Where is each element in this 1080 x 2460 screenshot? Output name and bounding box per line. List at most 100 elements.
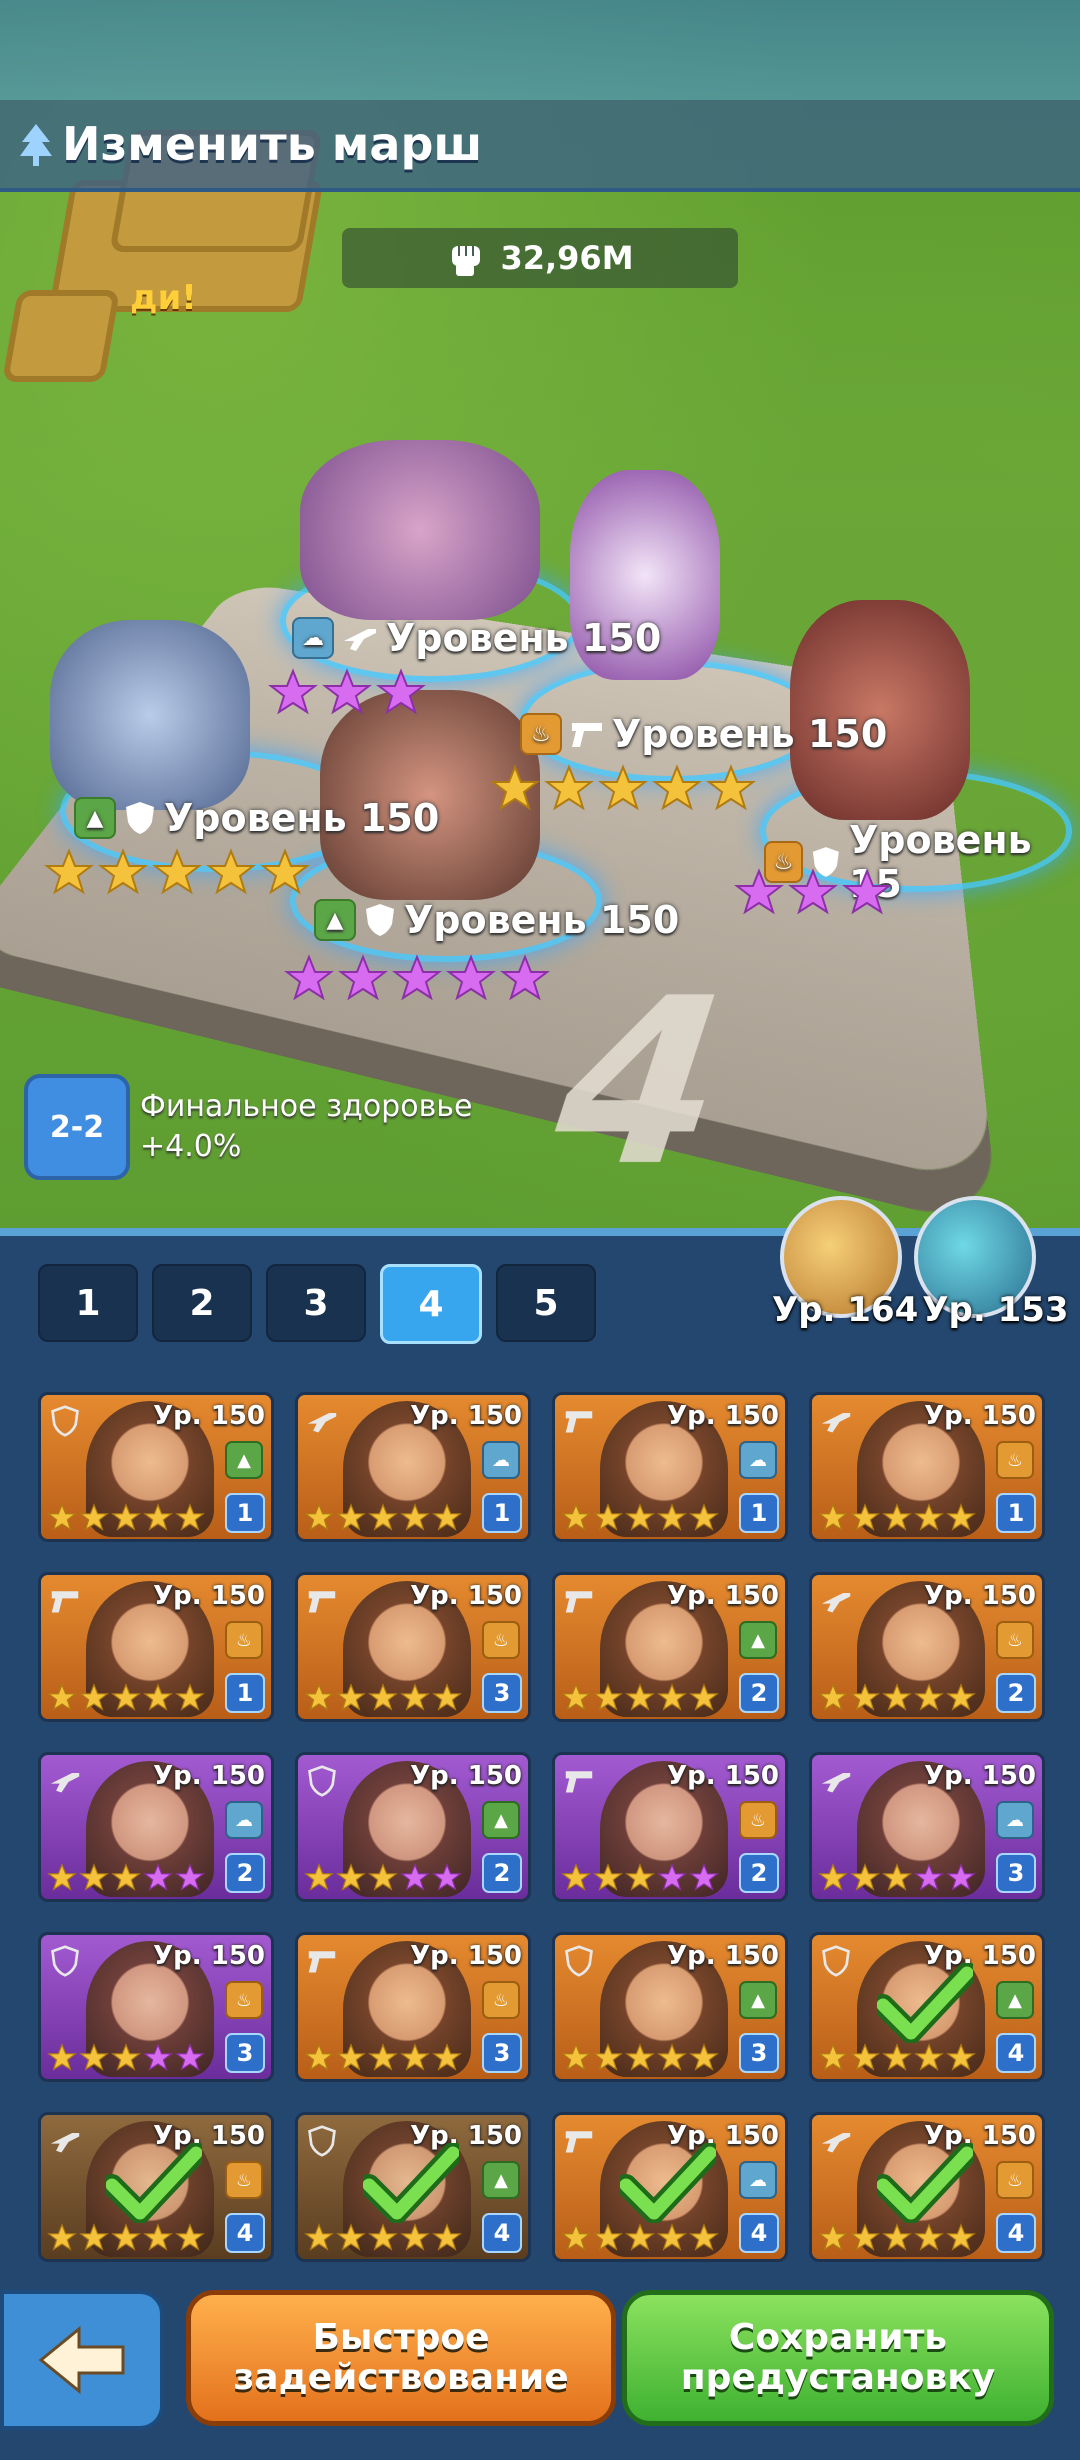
tab-preset-2[interactable]: 2 [152, 1264, 252, 1342]
star-icon [304, 2223, 334, 2251]
hero-figure[interactable] [300, 440, 540, 620]
class-badge-icon: ▲ [482, 2161, 520, 2199]
star-icon [625, 1503, 655, 1531]
hero-card[interactable]: Ур. 150 ♨ 2 [552, 1752, 788, 1902]
preset-count-badge: 4 [225, 2213, 265, 2253]
hero-card[interactable]: Ур. 150 ♨ 3 [38, 1932, 274, 2082]
hero-card[interactable]: Ур. 150 ▲ 3 [552, 1932, 788, 2082]
star-icon [400, 2043, 430, 2071]
formation-bonus[interactable]: 2-2 Финальное здоровье +4.0% [24, 1074, 472, 1180]
hero-figure[interactable] [50, 620, 250, 810]
hero-level: Ур. 150 [667, 1941, 779, 1971]
star-icon [850, 2223, 880, 2251]
tab-preset-5[interactable]: 5 [496, 1264, 596, 1342]
star-icon [206, 848, 256, 895]
shield-icon [51, 1405, 79, 1437]
preset-count-badge: 1 [739, 1493, 779, 1533]
pet-levels: Ур. 164 Ур. 153 [772, 1290, 1069, 1330]
class-badge-icon: ▲ [739, 1981, 777, 2019]
hero-card[interactable]: Ур. 150 ▲ 4 [295, 2112, 531, 2262]
star-icon [593, 1683, 623, 1711]
tab-preset-4[interactable]: 4 [380, 1264, 482, 1344]
class-badge-icon: ♨ [996, 1621, 1034, 1659]
star-icon [47, 1683, 77, 1711]
star-icon [336, 1503, 366, 1531]
star-icon [368, 1683, 398, 1711]
hero-stars [561, 1683, 719, 1713]
star-icon [338, 954, 388, 1001]
star-icon [850, 1503, 880, 1531]
hero-card[interactable]: Ур. 150 ▲ 1 [38, 1392, 274, 1542]
hero-card[interactable]: Ур. 150 ▲ 2 [295, 1752, 531, 1902]
hero-stars [44, 848, 310, 898]
checkmark-icon [363, 2143, 459, 2223]
power-value: 32,96M [500, 239, 634, 277]
class-badge-icon: ▲ [739, 1621, 777, 1659]
star-icon [143, 2223, 173, 2251]
class-badge-icon: ☁ [739, 2161, 777, 2199]
star-icon [850, 1863, 880, 1891]
hero-card[interactable]: Ур. 150 ♨ 3 [295, 1572, 531, 1722]
star-icon [882, 1503, 912, 1531]
hero-card[interactable]: Ур. 150 ♨ 4 [38, 2112, 274, 2262]
hero-figure[interactable] [790, 600, 970, 820]
hero-card[interactable]: Ур. 150 ☁ 1 [295, 1392, 531, 1542]
star-icon [432, 1503, 462, 1531]
star-icon [368, 2043, 398, 2071]
hero-card[interactable]: Ур. 150 ☁ 2 [38, 1752, 274, 1902]
hero-stars [818, 2223, 976, 2253]
class-badge-icon: ♨ [996, 2161, 1034, 2199]
class-badge-icon: ▲ [996, 1981, 1034, 2019]
hero-stars [47, 1683, 205, 1713]
hero-card[interactable]: Ур. 150 ▲ 4 [809, 1932, 1045, 2082]
star-icon [79, 1503, 109, 1531]
star-icon [79, 2043, 109, 2071]
star-icon [657, 1683, 687, 1711]
rock-decoration [1, 290, 121, 382]
star-icon [689, 1503, 719, 1531]
star-icon [914, 1683, 944, 1711]
hero-level: Ур. 150 [410, 1941, 522, 1971]
class-badge-icon: ♨ [482, 1981, 520, 2019]
star-icon [175, 1863, 205, 1891]
preset-count-badge: 2 [996, 1673, 1036, 1713]
hero-level: Ур. 150 [153, 1941, 265, 1971]
hero-stars [818, 1863, 976, 1893]
star-icon [446, 954, 496, 1001]
star-icon [818, 2223, 848, 2251]
checkmark-icon [106, 2143, 202, 2223]
shield-icon [822, 1945, 850, 1977]
back-button[interactable] [0, 2290, 164, 2430]
preset-count-badge: 4 [739, 2213, 779, 2253]
hero-card[interactable]: Ур. 150 ☁ 4 [552, 2112, 788, 2262]
star-icon [625, 1683, 655, 1711]
hero-stars [561, 2223, 719, 2253]
hero-level: Ур. 150 [153, 1401, 265, 1431]
pet-level: Ур. 153 [922, 1290, 1069, 1330]
tab-preset-1[interactable]: 1 [38, 1264, 138, 1342]
hero-card[interactable]: Ур. 150 ▲ 2 [552, 1572, 788, 1722]
mountain-badge-icon: ▲ [74, 797, 116, 839]
hero-stars [818, 1503, 976, 1533]
hero-card[interactable]: Ур. 150 ☁ 3 [809, 1752, 1045, 1902]
quick-deploy-button[interactable]: Быстрое задействование [186, 2290, 616, 2426]
hero-card[interactable]: Ур. 150 ♨ 1 [38, 1572, 274, 1722]
class-badge-icon: ♨ [739, 1801, 777, 1839]
preset-count-badge: 4 [482, 2213, 522, 2253]
hero-stars [284, 954, 550, 1004]
star-icon [500, 954, 550, 1001]
save-preset-button[interactable]: Сохранить предустановку [622, 2290, 1054, 2426]
tab-preset-3[interactable]: 3 [266, 1264, 366, 1342]
star-icon [882, 1863, 912, 1891]
preset-count-badge: 4 [996, 2213, 1036, 2253]
star-icon [175, 2043, 205, 2071]
hero-card[interactable]: Ур. 150 ♨ 3 [295, 1932, 531, 2082]
hero-card[interactable]: Ур. 150 ♨ 2 [809, 1572, 1045, 1722]
hero-stars [818, 2043, 976, 2073]
hero-card[interactable]: Ур. 150 ♨ 4 [809, 2112, 1045, 2262]
star-icon [625, 2043, 655, 2071]
hero-card[interactable]: Ур. 150 ♨ 1 [809, 1392, 1045, 1542]
fist-icon [452, 246, 481, 276]
hero-card[interactable]: Ур. 150 ☁ 1 [552, 1392, 788, 1542]
preset-count-badge: 2 [225, 1853, 265, 1893]
